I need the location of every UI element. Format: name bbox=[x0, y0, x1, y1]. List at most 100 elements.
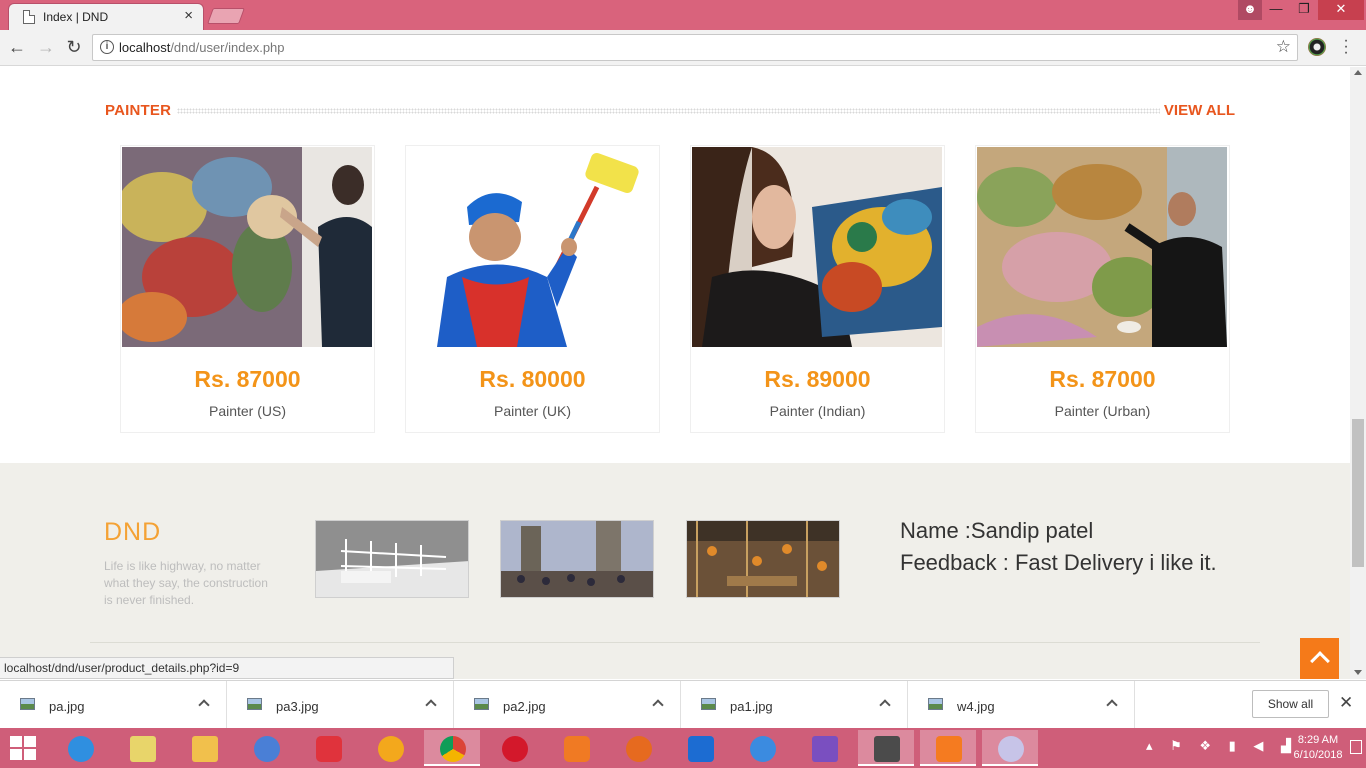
reload-icon[interactable]: ↻ bbox=[63, 37, 85, 59]
product-image[interactable] bbox=[122, 147, 372, 347]
download-filename[interactable]: pa2.jpg bbox=[503, 699, 546, 714]
extension-icon[interactable] bbox=[1308, 38, 1326, 56]
show-all-downloads-button[interactable]: Show all bbox=[1252, 690, 1329, 718]
footer-divider bbox=[90, 642, 1260, 643]
chevron-up-icon[interactable] bbox=[879, 699, 891, 711]
download-item[interactable]: pa1.jpg bbox=[681, 681, 908, 729]
vivaldi-icon[interactable] bbox=[300, 730, 356, 766]
product-label: Painter (UK) bbox=[493, 403, 572, 419]
chevron-up-icon[interactable] bbox=[1106, 699, 1118, 711]
download-item[interactable]: pa3.jpg bbox=[227, 681, 454, 729]
image-file-icon bbox=[474, 698, 489, 710]
scroll-down-icon[interactable] bbox=[1354, 670, 1362, 675]
restore-button[interactable]: ❐ bbox=[1290, 0, 1318, 20]
page-icon bbox=[23, 10, 35, 24]
yandex-browser-icon[interactable] bbox=[362, 730, 418, 766]
browser-tab-bar: Index | DND × ☻ — ❐ ✕ bbox=[0, 0, 1366, 30]
download-shelf: pa.jpg pa3.jpg pa2.jpg pa1.jpg w4.jpg Sh… bbox=[0, 680, 1366, 729]
product-label: Painter (Urban) bbox=[1054, 403, 1151, 419]
tab-close-icon[interactable]: × bbox=[184, 8, 193, 24]
new-tab-button[interactable] bbox=[207, 8, 245, 24]
status-bubble: localhost/dnd/user/product_details.php?i… bbox=[0, 657, 454, 679]
xampp-icon[interactable] bbox=[920, 730, 976, 766]
url-text[interactable]: localhost/dnd/user/index.php bbox=[119, 40, 285, 55]
download-item[interactable]: pa2.jpg bbox=[454, 681, 681, 729]
firefox-icon[interactable] bbox=[610, 730, 666, 766]
safari-icon[interactable] bbox=[734, 730, 790, 766]
sublime-text-icon[interactable] bbox=[858, 730, 914, 766]
notification-icon[interactable] bbox=[1350, 740, 1362, 754]
product-image[interactable] bbox=[407, 147, 657, 347]
product-image[interactable] bbox=[977, 147, 1227, 347]
info-icon[interactable]: i bbox=[100, 40, 114, 54]
download-filename[interactable]: pa1.jpg bbox=[730, 699, 773, 714]
product-price: Rs. 87000 bbox=[194, 366, 301, 392]
download-filename[interactable]: w4.jpg bbox=[957, 699, 995, 714]
image-file-icon bbox=[928, 698, 943, 710]
product-price: Rs. 89000 bbox=[764, 366, 871, 392]
product-price: Rs. 80000 bbox=[479, 366, 586, 392]
back-arrow-icon[interactable]: ← bbox=[6, 37, 28, 59]
address-bar[interactable]: i localhost/dnd/user/index.php ☆ bbox=[92, 34, 1298, 61]
gallery-image[interactable] bbox=[686, 520, 840, 598]
product-card[interactable]: Rs. 89000 Painter (Indian) bbox=[690, 145, 945, 433]
taskbar-clock[interactable]: 8:29 AM 6/10/2018 bbox=[1293, 733, 1343, 763]
product-price: Rs. 87000 bbox=[1049, 366, 1156, 392]
image-file-icon bbox=[247, 698, 262, 710]
minimize-button[interactable]: — bbox=[1262, 0, 1290, 20]
download-filename[interactable]: pa3.jpg bbox=[276, 699, 319, 714]
product-card[interactable]: Rs. 87000 Painter (Urban) bbox=[975, 145, 1230, 433]
maxthon-icon[interactable] bbox=[672, 730, 728, 766]
download-item[interactable]: w4.jpg bbox=[908, 681, 1135, 729]
section-title: PAINTER bbox=[105, 102, 172, 119]
close-window-button[interactable]: ✕ bbox=[1318, 0, 1364, 20]
opera-icon[interactable] bbox=[486, 730, 542, 766]
scroll-to-top-button[interactable] bbox=[1300, 638, 1339, 679]
windows-taskbar: ▴ ⚑ ❖ ▮ ◀ ▟ 8:29 AM 6/10/2018 bbox=[0, 728, 1366, 768]
scroll-up-icon[interactable] bbox=[1354, 70, 1362, 75]
bookmark-star-icon[interactable]: ☆ bbox=[1276, 37, 1291, 57]
product-card[interactable]: Rs. 87000 Painter (US) bbox=[120, 145, 375, 433]
chrome-icon[interactable] bbox=[424, 730, 480, 766]
footer-tagline: Life is like highway, no matter what the… bbox=[104, 559, 268, 607]
gallery-image[interactable] bbox=[500, 520, 654, 598]
view-all-link[interactable]: VIEW ALL bbox=[1164, 102, 1235, 119]
page-scrollbar[interactable] bbox=[1350, 67, 1366, 679]
file-explorer-icon[interactable] bbox=[176, 730, 232, 766]
menu-icon[interactable]: · · · bbox=[1340, 33, 1352, 61]
image-file-icon bbox=[701, 698, 716, 710]
photos-app-icon[interactable] bbox=[114, 730, 170, 766]
product-label: Painter (US) bbox=[208, 403, 287, 419]
internet-explorer-icon[interactable] bbox=[52, 730, 108, 766]
product-card[interactable]: Rs. 80000 Painter (UK) bbox=[405, 145, 660, 433]
paint-icon[interactable] bbox=[982, 730, 1038, 766]
scrollbar-thumb[interactable] bbox=[1352, 419, 1364, 567]
clock-date: 6/10/2018 bbox=[1293, 749, 1343, 761]
chevron-up-icon[interactable] bbox=[198, 699, 210, 711]
close-shelf-icon[interactable]: ✕ bbox=[1339, 693, 1353, 713]
download-filename[interactable]: pa.jpg bbox=[49, 699, 84, 714]
page-viewport: PAINTER VIEW ALL Rs. 87000 Painter (US) bbox=[0, 67, 1350, 679]
browser-tab[interactable]: Index | DND × bbox=[8, 3, 204, 30]
download-item[interactable]: pa.jpg bbox=[0, 681, 227, 729]
footer-brand: DND bbox=[104, 518, 162, 546]
visual-studio-icon[interactable] bbox=[796, 730, 852, 766]
section-divider bbox=[177, 108, 1160, 114]
testimonial-text: Feedback : Fast Delivery i like it. bbox=[900, 550, 1217, 575]
product-image[interactable] bbox=[692, 147, 942, 347]
image-file-icon bbox=[20, 698, 35, 710]
testimonial-name: Name :Sandip patel bbox=[900, 518, 1094, 543]
chevron-up-icon[interactable] bbox=[652, 699, 664, 711]
uc-browser-icon[interactable] bbox=[548, 730, 604, 766]
system-tray-icons[interactable]: ▴ ⚑ ❖ ▮ ◀ ▟ bbox=[1146, 738, 1298, 754]
chromium-icon[interactable] bbox=[238, 730, 294, 766]
user-profile-icon[interactable]: ☻ bbox=[1238, 0, 1262, 20]
chevron-up-icon[interactable] bbox=[425, 699, 437, 711]
gallery-image[interactable] bbox=[315, 520, 469, 598]
section-header: PAINTER VIEW ALL bbox=[105, 101, 1235, 121]
windows-start-icon[interactable] bbox=[10, 736, 38, 760]
forward-arrow-icon[interactable]: → bbox=[35, 37, 57, 59]
clock-time: 8:29 AM bbox=[1297, 734, 1339, 746]
tab-title: Index | DND bbox=[43, 10, 109, 24]
site-footer: DND Life is like highway, no matter what… bbox=[0, 463, 1350, 679]
